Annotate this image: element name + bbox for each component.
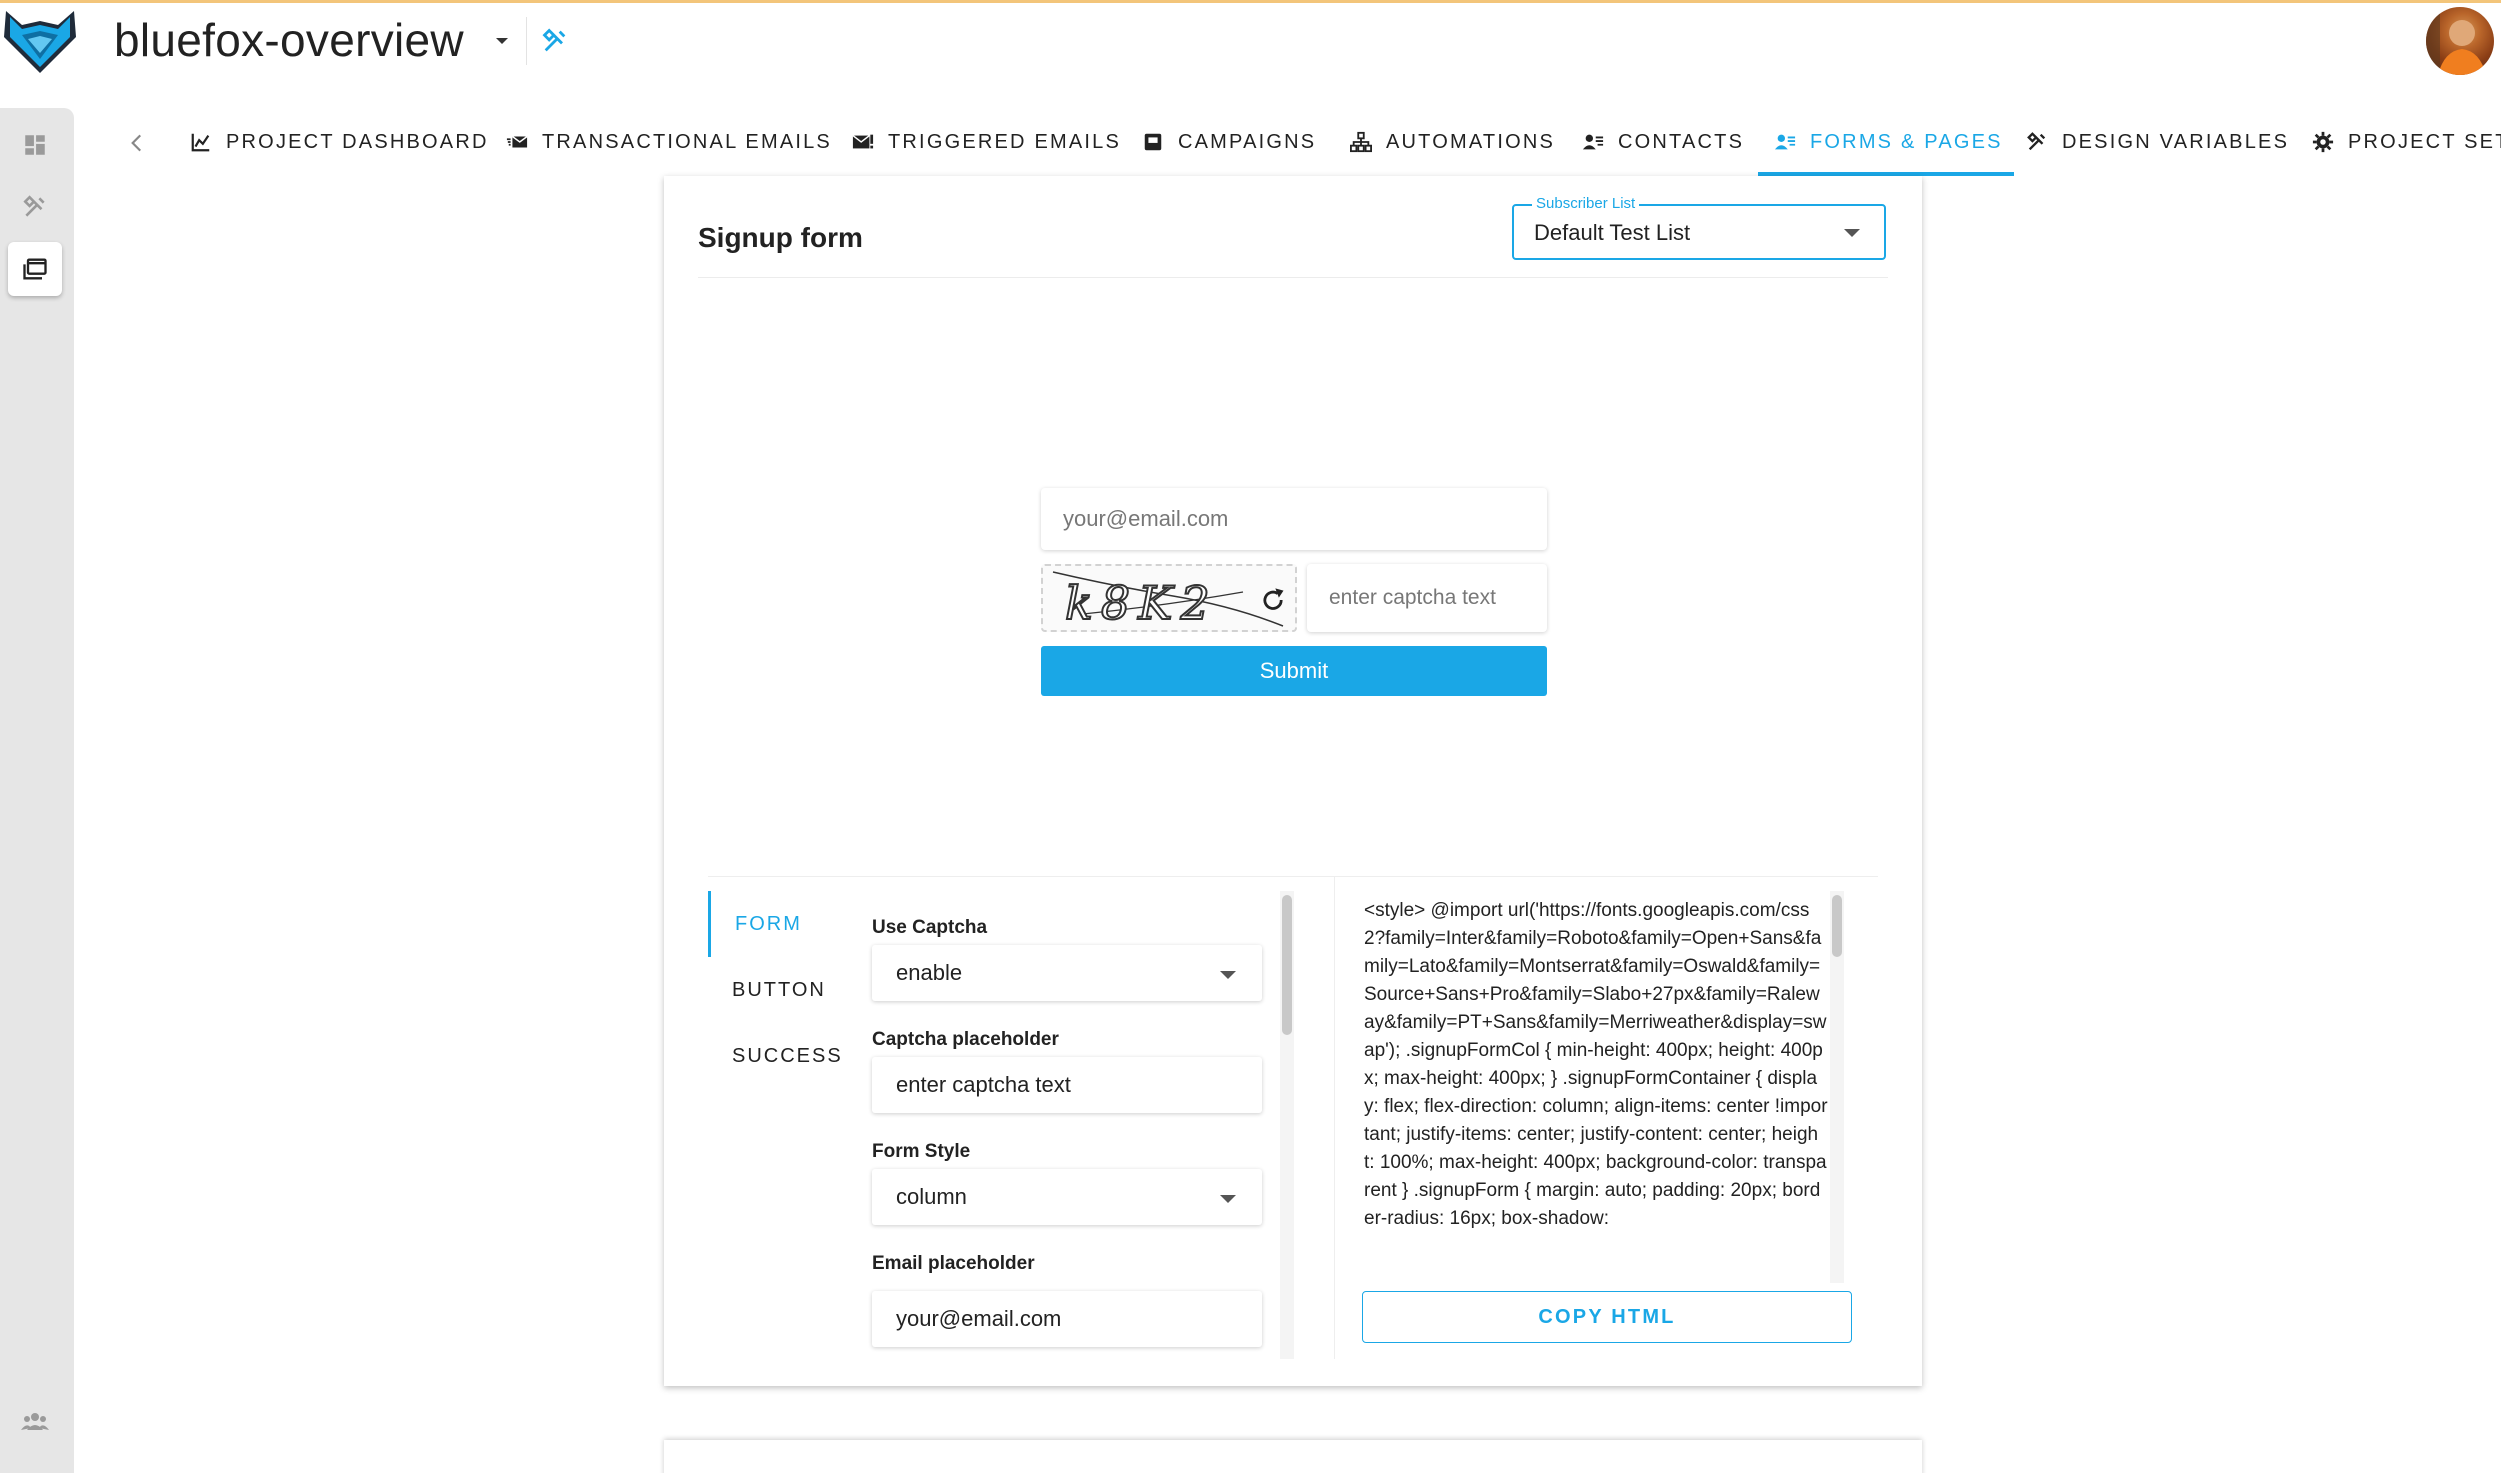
form-editor: FORM BUTTON SUCCESS Use Captcha enable C… [708,876,1878,1359]
tab-bar: PROJECT DASHBOARD TRANSACTIONAL EMAILS T… [74,108,2501,176]
tab-label: FORM [735,912,802,935]
subscriber-list-label: Subscriber List [1532,195,1640,212]
tab-label: SUCCESS [732,1044,843,1067]
tab-label: CAMPAIGNS [1178,130,1317,153]
html-code: <style> @import url('https://fonts.googl… [1364,900,1828,1229]
submit-label: Submit [1259,658,1329,683]
contacts-icon [1582,134,1604,150]
tab-label: PROJECT SETTINGS [2348,130,2501,153]
avatar[interactable] [2426,7,2494,75]
email-placeholder: your@email.com [1063,506,1229,531]
next-card [664,1440,1922,1473]
rail-projects[interactable] [8,242,62,296]
email-placeholder-value: your@email.com [896,1306,1062,1331]
tab-label: FORMS & PAGES [1810,130,2003,153]
rail-dashboard[interactable] [8,118,62,172]
signup-form-card: Signup form Subscriber List Default Test… [664,176,1922,1386]
tab-form[interactable]: FORM [708,891,858,957]
copy-html-button[interactable]: COPY HTML [1362,1291,1852,1343]
form-style-label: Form Style [872,1141,971,1162]
subscriber-list-select[interactable]: Subscriber List Default Test List [1512,195,1886,260]
bluefox-logo[interactable] [0,9,80,75]
tab-label: BUTTON [732,978,826,1001]
chevron-down-icon[interactable] [490,33,514,49]
preview-captcha-input[interactable]: enter captcha text [1307,564,1547,632]
tab-automations[interactable]: AUTOMATIONS [1350,108,1555,176]
refresh-icon[interactable] [1259,586,1287,614]
divider [698,277,1888,278]
tab-label: AUTOMATIONS [1386,130,1556,153]
form-style-value: column [896,1184,967,1209]
gear-icon [2312,131,2334,153]
tab-label: TRIGGERED EMAILS [888,130,1122,153]
caret-down-icon [1220,1195,1236,1203]
page-title: Signup form [698,222,863,253]
left-rail [0,108,74,1473]
design-tools-icon [2027,132,2046,151]
email-placeholder-field[interactable]: your@email.com [872,1291,1262,1347]
tab-label: DESIGN VARIABLES [2062,130,2290,153]
tab-button[interactable]: BUTTON [708,957,858,1023]
captcha-placeholder: enter captcha text [1329,586,1496,609]
form-settings-panel[interactable]: Use Captcha enable Captcha placeholder e… [858,891,1298,1359]
top-bar: bluefox-overview [0,0,2501,78]
project-name[interactable]: bluefox-overview [114,13,464,67]
captcha-placeholder-label: Captcha placeholder [872,1029,1059,1050]
captcha-code: k8K2 [1064,575,1218,631]
tab-label: TRANSACTIONAL EMAILS [542,130,832,153]
tab-label: PROJECT DASHBOARD [226,130,489,153]
use-captcha-value: enable [896,960,963,985]
tab-success[interactable]: SUCCESS [708,1023,858,1089]
design-tools-icon[interactable] [541,27,569,55]
team-icon [21,1413,49,1430]
scrollbar-thumb[interactable] [1282,895,1292,1035]
caret-down-icon [1220,971,1236,979]
captcha-placeholder-field[interactable]: enter captcha text [872,1057,1262,1113]
preview-submit-button[interactable]: Submit [1041,646,1547,696]
tab-triggered-emails[interactable]: TRIGGERED EMAILS [852,108,1121,176]
tab-campaigns[interactable]: CAMPAIGNS [1142,108,1316,176]
tab-design-variables[interactable]: DESIGN VARIABLES [2026,108,2289,176]
chevron-left-icon[interactable] [124,130,150,156]
chart-icon [191,133,210,152]
folders-icon [23,258,47,280]
design-tools-icon [23,195,45,217]
tab-project-settings[interactable]: PROJECT SETTINGS [2312,108,2501,176]
subscriber-list-value: Default Test List [1534,220,1691,245]
mailbox-icon [1144,133,1162,151]
tab-label: CONTACTS [1618,130,1745,153]
scrollbar[interactable] [1280,891,1294,1359]
divider [1334,877,1335,1359]
rail-design[interactable] [8,180,62,234]
captcha-placeholder-value: enter captcha text [896,1072,1071,1097]
copy-html-label: COPY HTML [1538,1305,1676,1328]
use-captcha-label: Use Captcha [872,917,988,938]
tab-forms-pages[interactable]: FORMS & PAGES [1774,108,2003,176]
tab-contacts[interactable]: CONTACTS [1582,108,1744,176]
use-captcha-select[interactable]: enable [872,945,1262,1001]
scrollbar-thumb[interactable] [1832,895,1842,957]
preview-email-input[interactable]: your@email.com [1041,488,1547,550]
scrollbar[interactable] [1830,891,1844,1283]
html-code-view[interactable]: <style> @import url('https://fonts.googl… [1362,891,1852,1283]
form-style-select[interactable]: column [872,1169,1262,1225]
form-icon [1774,134,1796,150]
mail-fast-icon [506,135,528,148]
divider [526,17,527,65]
mail-alert-icon [852,134,874,149]
dashboard-icon [25,135,45,155]
sitemap-icon [1350,131,1372,153]
rail-team[interactable] [8,1394,62,1448]
caret-down-icon [1844,229,1860,237]
email-placeholder-label: Email placeholder [872,1253,1035,1274]
captcha-image: k8K2 [1041,564,1297,632]
tab-project-dashboard[interactable]: PROJECT DASHBOARD [190,108,489,176]
tab-transactional-emails[interactable]: TRANSACTIONAL EMAILS [506,108,832,176]
